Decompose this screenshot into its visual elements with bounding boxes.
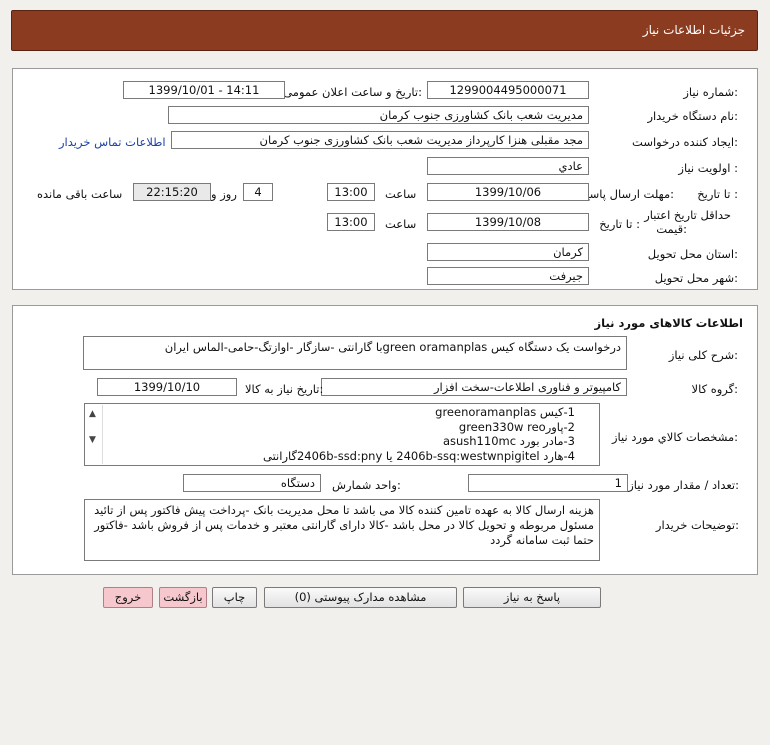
attachments-button[interactable]: مشاهده مدارک پیوستی (0): [264, 587, 457, 608]
spec-item: 1-کیس greenoramanplas: [435, 405, 575, 419]
city-label: شهر محل تحویل:: [654, 271, 738, 285]
buyer-notes-field[interactable]: هزینه ارسال کالا به عهده تامین کننده کال…: [84, 499, 600, 561]
deadline-time-field[interactable]: 13:00: [327, 183, 375, 201]
priority-label: اولویت نیاز :: [678, 161, 738, 175]
need-date-field[interactable]: 1399/10/10: [97, 378, 237, 396]
city-field[interactable]: جیرفت: [427, 267, 589, 285]
group-label: گروه کالا:: [691, 382, 738, 396]
unit-label: واحد شمارش:: [332, 478, 401, 492]
announce-label: تاریخ و ساعت اعلان عمومی:: [283, 85, 422, 99]
need-number-field[interactable]: 1299004495000071: [427, 81, 589, 99]
page-header: جزئیات اطلاعات نیاز: [11, 10, 758, 51]
back-button[interactable]: بازگشت: [159, 587, 207, 608]
province-field[interactable]: کرمان: [427, 243, 589, 261]
days-remaining-field: 4: [243, 183, 273, 201]
remaining-label: ساعت باقی مانده: [37, 187, 123, 201]
validity-to-date-label: تا تاریخ :: [599, 217, 640, 231]
validity-time-label: ساعت: [385, 217, 417, 231]
scroll-up-icon[interactable]: ▲: [89, 407, 96, 422]
announce-field[interactable]: 1399/10/01 - 14:11: [123, 81, 285, 99]
deadline-label: مهلت ارسال پاسخ:: [582, 187, 674, 201]
spec-item: 2-پاورgreen330w reo: [458, 419, 575, 434]
specs-scrollbar[interactable]: ▲ ▼: [86, 405, 103, 464]
qty-field[interactable]: 1: [468, 474, 628, 492]
need-number-label: شماره نیاز:: [683, 85, 738, 99]
province-label: استان محل تحویل:: [647, 247, 738, 261]
validity-date-field[interactable]: 1399/10/08: [427, 213, 589, 231]
remaining-time-field: 22:15:20: [133, 183, 211, 201]
description-field[interactable]: درخواست یک دستگاه کیس green oramanplasبا…: [83, 336, 627, 370]
priority-field[interactable]: عادي: [427, 157, 589, 175]
specs-label: مشخصات کالاي مورد نیاز:: [611, 430, 738, 444]
description-label: شرح کلی نیاز:: [668, 348, 738, 362]
buyer-org-label: نام دستگاه خریدار:: [647, 109, 738, 123]
spec-item: 4-هارد 2406b-ssq:westwnpigitel یا 2406b-…: [263, 448, 575, 463]
contact-buyer-link[interactable]: اطلاعات تماس خریدار: [59, 135, 166, 149]
days-label: روز و: [211, 187, 237, 201]
buyer-org-field[interactable]: مدیریت شعب بانک کشاورزی جنوب کرمان: [168, 106, 589, 124]
need-date-label: تاریخ نیاز به کالا:: [245, 382, 324, 396]
exit-button[interactable]: خروج: [103, 587, 153, 608]
goods-section-title: اطلاعات کالاهای مورد نیاز: [594, 316, 743, 330]
spec-item: 3-مادر بورد asush110mc: [442, 434, 575, 448]
page-title: جزئیات اطلاعات نیاز: [642, 23, 745, 37]
group-field[interactable]: کامپیوتر و فناوری اطلاعات-سخت افزار: [321, 378, 627, 396]
requester-label: ایجاد کننده درخواست:: [632, 135, 738, 149]
deadline-to-date-label: تا تاریخ :: [697, 187, 738, 201]
validity-label-2: قیمت:: [656, 222, 687, 236]
buyer-notes-label: توضیحات خریدار:: [655, 518, 739, 532]
print-button[interactable]: چاپ: [212, 587, 257, 608]
reply-button[interactable]: پاسخ به نیاز: [463, 587, 601, 608]
deadline-time-label: ساعت: [385, 187, 417, 201]
validity-time-field[interactable]: 13:00: [327, 213, 375, 231]
specs-list[interactable]: ▲ ▼ 1-کیس greenoramanplas 2-پاورgreen330…: [84, 403, 600, 466]
deadline-date-field[interactable]: 1399/10/06: [427, 183, 589, 201]
scroll-down-icon[interactable]: ▼: [89, 433, 96, 448]
validity-label-1: حداقل تاریخ اعتبار: [644, 208, 731, 222]
requester-field[interactable]: مجد مقبلی هنزا کارپرداز مدیریت شعب بانک …: [171, 131, 589, 149]
unit-field[interactable]: دستگاه: [183, 474, 321, 492]
qty-label: تعداد / مقدار مورد نیاز:: [628, 478, 739, 492]
need-info-panel: شماره نیاز: 1299004495000071 تاریخ و ساع…: [12, 68, 758, 290]
